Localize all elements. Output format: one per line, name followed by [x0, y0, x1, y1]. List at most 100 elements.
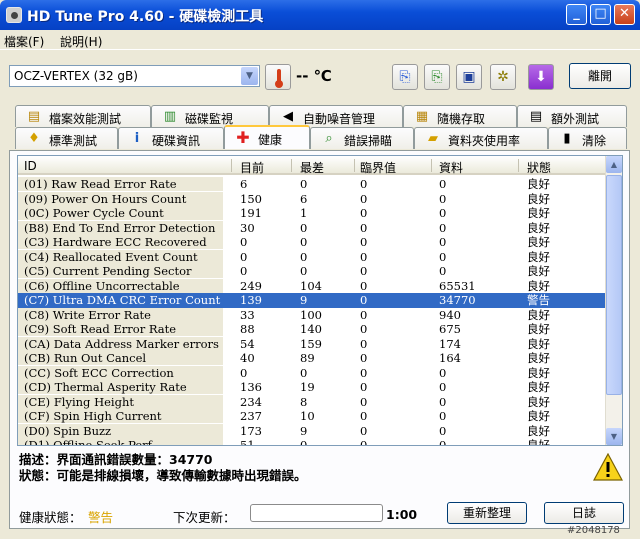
options-icon[interactable]: ✲: [490, 64, 516, 90]
table-cell: 良好: [527, 322, 550, 336]
table-cell: 良好: [527, 235, 550, 249]
chevron-down-icon[interactable]: ▼: [241, 67, 258, 85]
table-cell: 0: [439, 423, 447, 438]
drive-select[interactable]: OCZ-VERTEX (32 gB) ▼: [9, 65, 260, 87]
update-progress-bar: [250, 504, 383, 522]
table-row[interactable]: (D1) Offline Seek Perf... 51 0 0 0 良好: [18, 438, 606, 446]
health-status-value: 警告: [88, 510, 114, 525]
tab-file-benchmark[interactable]: ▤ 檔案效能測試: [15, 105, 151, 127]
table-cell: 173: [240, 423, 262, 438]
table-row[interactable]: (CC) Soft ECC Correction 0 0 0 0 良好: [18, 365, 606, 381]
table-cell: 139: [240, 293, 262, 307]
tab-extra-tests[interactable]: ▤ 額外測試: [517, 105, 627, 127]
tab-erase[interactable]: ▮ 清除: [548, 127, 627, 149]
smart-table[interactable]: ID 目前 最差 臨界值 資料 狀態 (01) Raw Read Error R…: [17, 155, 623, 446]
table-cell: 34770: [439, 293, 476, 307]
table-cell: (C5) Current Pending Sector: [18, 264, 223, 278]
tab-benchmark[interactable]: ♦ 標準測試: [15, 127, 118, 149]
table-cell: (0C) Power Cycle Count: [18, 206, 223, 220]
table-row[interactable]: (CD) Thermal Asperity Rate 136 19 0 0 良好: [18, 380, 606, 395]
table-cell: 675: [439, 322, 461, 336]
table-row[interactable]: (0C) Power Cycle Count 191 1 0 0 良好: [18, 206, 606, 221]
col-id[interactable]: ID: [24, 159, 37, 173]
table-cell: 159: [300, 336, 322, 351]
save-icon[interactable]: ▣: [456, 64, 482, 90]
table-cell: 164: [439, 351, 461, 365]
title-bar[interactable]: HD Tune Pro 4.60 - 硬碟檢測工具 _ □ ✕: [0, 0, 640, 30]
app-icon: [6, 7, 22, 23]
table-cell: 9: [300, 423, 308, 438]
close-button[interactable]: ✕: [614, 4, 635, 25]
tab-folder-usage[interactable]: ▰ 資料夾使用率: [414, 127, 548, 149]
table-cell: 0: [439, 409, 447, 423]
col-worst[interactable]: 最差: [300, 159, 324, 176]
table-cell: (CD) Thermal Asperity Rate: [18, 380, 223, 394]
table-cell: 191: [240, 206, 262, 220]
menu-file[interactable]: 檔案(F): [4, 33, 44, 50]
table-row[interactable]: (C3) Hardware ECC Recovered 0 0 0 0 良好: [18, 235, 606, 250]
table-cell: 33: [240, 307, 255, 322]
scroll-down-icon[interactable]: ▼: [606, 428, 622, 445]
scroll-up-icon[interactable]: ▲: [606, 156, 622, 173]
copy-screen-icon[interactable]: ⎘: [424, 64, 450, 90]
table-row[interactable]: (C4) Reallocated Event Count 0 0 0 0 良好: [18, 249, 606, 265]
table-cell: (CE) Flying Height: [18, 394, 223, 409]
table-row[interactable]: (CB) Run Out Cancel 40 89 0 164 良好: [18, 351, 606, 366]
table-row[interactable]: (B8) End To End Error Detection 30 0 0 0 良好: [18, 220, 606, 236]
table-cell: 良好: [527, 380, 550, 394]
download-icon[interactable]: ⬇: [528, 64, 554, 90]
tab-random-access[interactable]: ▦ 隨機存取: [403, 105, 517, 127]
table-row[interactable]: (C8) Write Error Rate 33 100 0 940 良好: [18, 307, 606, 323]
thermometer-icon[interactable]: [265, 64, 291, 90]
table-cell: (CF) Spin High Current: [18, 409, 223, 423]
table-cell: 0: [360, 235, 368, 249]
table-cell: 0: [240, 235, 248, 249]
maximize-button[interactable]: □: [590, 4, 611, 25]
tab-health[interactable]: ✚ 健康: [224, 125, 310, 149]
menu-help[interactable]: 說明(H): [60, 33, 102, 50]
col-threshold[interactable]: 臨界值: [360, 159, 396, 176]
table-cell: 0: [360, 293, 368, 307]
table-cell: 8: [300, 394, 308, 409]
table-cell: 0: [439, 394, 447, 409]
col-data[interactable]: 資料: [439, 159, 463, 176]
tab-error-scan[interactable]: ⌕ 錯誤掃瞄: [310, 127, 414, 149]
table-cell: 6: [300, 191, 308, 206]
tab-aam[interactable]: ◀ 自動噪音管理: [269, 105, 403, 127]
table-cell: 良好: [527, 409, 550, 423]
table-cell: (C7) Ultra DMA CRC Error Count: [18, 293, 223, 307]
table-cell: 良好: [527, 394, 550, 409]
table-cell: 良好: [527, 438, 550, 446]
table-cell: 0: [360, 206, 368, 220]
col-current[interactable]: 目前: [240, 159, 264, 176]
table-row[interactable]: (D0) Spin Buzz 173 9 0 0 良好: [18, 423, 606, 439]
table-cell: 0: [360, 365, 368, 380]
table-row[interactable]: (C7) Ultra DMA CRC Error Count 139 9 0 34770…: [18, 293, 606, 308]
table-row[interactable]: (09) Power On Hours Count 150 6 0 0 良好: [18, 191, 606, 207]
info-icon: i: [134, 131, 140, 146]
table-row[interactable]: (C6) Offline Uncorrectable 249 104 0 65531 良好: [18, 278, 606, 294]
refresh-button[interactable]: 重新整理: [447, 502, 527, 524]
exit-button[interactable]: 離開: [569, 63, 631, 89]
table-cell: 19: [300, 380, 315, 394]
log-button[interactable]: 日誌: [544, 502, 624, 524]
col-status[interactable]: 狀態: [527, 159, 551, 176]
file-benchmark-icon: ▤: [27, 109, 41, 124]
table-cell: 0: [240, 365, 248, 380]
table-row[interactable]: (CA) Data Address Marker errors 54 159 0 174…: [18, 336, 606, 352]
table-row[interactable]: (01) Raw Read Error Rate 6 0 0 0 良好: [18, 177, 606, 192]
table-row[interactable]: (C9) Soft Read Error Rate 88 140 0 675 良好: [18, 322, 606, 337]
table-cell: 100: [300, 307, 322, 322]
warning-icon: [593, 453, 623, 481]
table-cell: 0: [360, 351, 368, 365]
table-row[interactable]: (C5) Current Pending Sector 0 0 0 0 良好: [18, 264, 606, 279]
minimize-button[interactable]: _: [566, 4, 587, 25]
tab-info[interactable]: i 硬碟資訊: [118, 127, 224, 149]
scroll-thumb[interactable]: [606, 175, 622, 395]
table-row[interactable]: (CE) Flying Height 234 8 0 0 良好: [18, 394, 606, 410]
vertical-scrollbar[interactable]: ▲ ▼: [605, 156, 622, 445]
copy-text-icon[interactable]: ⎘: [392, 64, 418, 90]
table-row[interactable]: (CF) Spin High Current 237 10 0 0 良好: [18, 409, 606, 424]
tab-disk-monitor[interactable]: ▥ 磁碟監視: [151, 105, 269, 127]
table-cell: (C4) Reallocated Event Count: [18, 249, 223, 264]
